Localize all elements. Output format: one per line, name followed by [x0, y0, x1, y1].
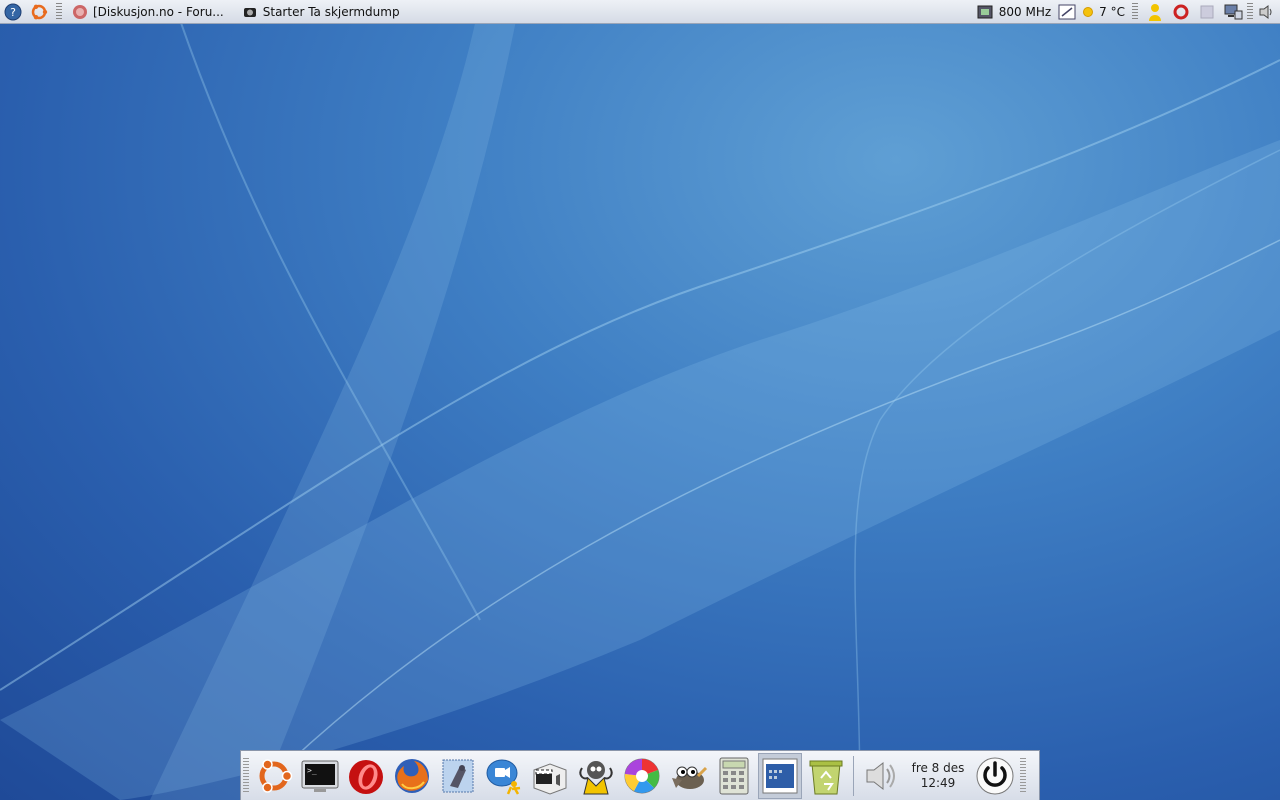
network-icon[interactable]	[1223, 2, 1243, 22]
clock-date: fre 8 des	[911, 760, 965, 775]
power-icon	[976, 757, 1014, 794]
firefox-icon	[73, 4, 87, 19]
taskbar-item-firefox[interactable]: [Diskusjon.no - Foru...	[66, 1, 230, 23]
cpu-frequency[interactable]: 800 MHz	[999, 5, 1051, 19]
trash-launcher[interactable]	[804, 753, 848, 799]
wallpaper	[0, 0, 1280, 800]
picasa-launcher[interactable]	[620, 753, 664, 799]
firefox-launcher[interactable]	[390, 753, 434, 799]
system-tray: 800 MHz 7 °C	[972, 0, 1280, 24]
totem-video-launcher[interactable]	[528, 753, 572, 799]
desktop[interactable]	[0, 0, 1280, 800]
opera-launcher[interactable]	[344, 753, 388, 799]
dock-separator	[853, 755, 854, 796]
panel-handle[interactable]	[56, 2, 62, 21]
resolution-icon[interactable]	[1057, 2, 1077, 22]
update-notifier-icon[interactable]	[1171, 2, 1191, 22]
volume-icon[interactable]	[1257, 2, 1277, 22]
system-monitor-launcher[interactable]	[758, 752, 802, 799]
ekiga-launcher[interactable]	[482, 753, 526, 799]
terminal-launcher[interactable]: >_	[298, 753, 342, 799]
dock-handle[interactable]	[1020, 757, 1026, 794]
calculator-launcher[interactable]	[712, 753, 756, 799]
taskbar-item-screenshot[interactable]: Starter Ta skjermdump	[236, 1, 406, 23]
bottom-dock: >_ fre 8 des 12:49	[240, 750, 1040, 800]
weather-temperature[interactable]: 7 °C	[1099, 5, 1125, 19]
taskbar-item-label: Starter Ta skjermdump	[262, 4, 400, 19]
speaker-volume-launcher[interactable]	[859, 753, 903, 799]
clock[interactable]: fre 8 des 12:49	[906, 761, 970, 791]
ubuntu-launcher[interactable]	[252, 753, 296, 799]
taskbar-item-label: [Diskusjon.no - Foru...	[93, 4, 224, 19]
help-icon[interactable]: ?	[3, 2, 23, 22]
panel-handle[interactable]	[1132, 2, 1138, 21]
cpu-icon[interactable]	[975, 2, 995, 22]
clock-time: 12:49	[920, 775, 956, 790]
weather-sun-icon[interactable]	[1082, 2, 1094, 22]
tray-placeholder-icon[interactable]	[1197, 2, 1217, 22]
camera-icon	[243, 7, 256, 17]
panel-handle[interactable]	[1247, 2, 1253, 21]
messenger-buddy-icon[interactable]	[1145, 2, 1165, 22]
ubuntu-menu-icon[interactable]	[29, 2, 49, 22]
svg-text:?: ?	[10, 6, 16, 19]
top-panel: ? [Diskusjon.no - Foru... Starter Ta skj…	[0, 0, 1280, 24]
mail-launcher[interactable]	[436, 753, 480, 799]
power-button[interactable]	[973, 753, 1017, 799]
svg-text:>_: >_	[307, 766, 317, 775]
gimp-launcher[interactable]	[666, 753, 710, 799]
dock-handle[interactable]	[243, 757, 249, 794]
gaim-launcher[interactable]	[574, 753, 618, 799]
